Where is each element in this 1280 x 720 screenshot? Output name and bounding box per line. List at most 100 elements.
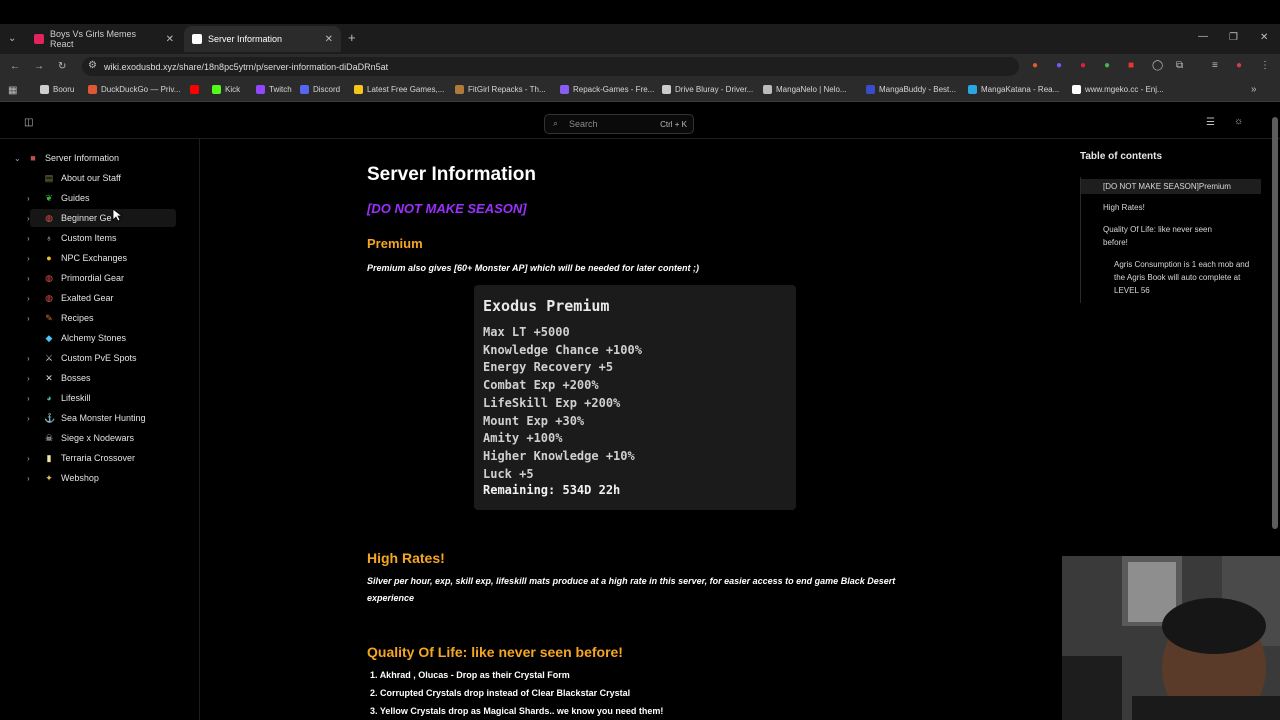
site-info-icon[interactable]: ⚙ xyxy=(88,60,97,71)
bookmark-item[interactable]: Latest Free Games,... xyxy=(354,85,444,94)
season-note: [DO NOT MAKE SEASON] xyxy=(367,201,527,216)
chevron-right-icon[interactable]: › xyxy=(27,254,30,263)
bookmark-label: Latest Free Games,... xyxy=(367,85,445,94)
sidebar-item-primordial-gear[interactable]: › ◍ Primordial Gear xyxy=(27,269,176,287)
bookmark-favicon-icon xyxy=(763,85,772,94)
bookmark-favicon-icon xyxy=(212,85,221,94)
profile-avatar-icon[interactable]: ● xyxy=(1236,60,1242,72)
bookmark-item[interactable]: FitGirl Repacks - Th... xyxy=(455,85,546,94)
bookmark-item[interactable]: Booru xyxy=(40,85,74,94)
tab-bar: ⌄ Boys Vs Girls Memes React ✕ Server Inf… xyxy=(0,24,1280,54)
toggle-sidebar-icon[interactable]: ◫ xyxy=(24,117,33,129)
bookmark-item[interactable]: MangaBuddy - Best... xyxy=(866,85,956,94)
chevron-right-icon[interactable]: › xyxy=(27,214,30,223)
apps-grid-icon[interactable]: ▦ xyxy=(8,85,17,97)
chevron-right-icon[interactable]: › xyxy=(27,474,30,483)
extension-icon[interactable]: ● xyxy=(1080,60,1086,72)
sidebar-item-bosses[interactable]: › ✕ Bosses xyxy=(27,369,176,387)
bookmark-item[interactable]: MangaNelo | Nelo... xyxy=(763,85,847,94)
webcam-person-image xyxy=(1062,556,1280,720)
minimize-icon[interactable]: — xyxy=(1198,31,1208,43)
tab-server-information[interactable]: Server Information ✕ xyxy=(184,26,341,52)
bookmark-item[interactable]: MangaKatana - Rea... xyxy=(968,85,1059,94)
new-tab-button[interactable]: + xyxy=(348,31,356,44)
toc-item-quality-of-life[interactable]: Quality Of Life: like never seen before! xyxy=(1103,223,1223,249)
bookmark-label: Booru xyxy=(53,85,75,94)
chevron-right-icon[interactable]: › xyxy=(27,374,30,383)
chevron-right-icon[interactable]: › xyxy=(27,394,30,403)
qol-item-2: 2. Corrupted Crystals drop instead of Cl… xyxy=(370,688,631,698)
reload-icon[interactable]: ↻ xyxy=(58,61,66,73)
chevron-right-icon[interactable]: › xyxy=(27,354,30,363)
sidebar-item-label: Sea Monster Hunting xyxy=(61,413,146,423)
chevron-right-icon[interactable]: › xyxy=(27,314,30,323)
sidebar-item-lifeskill[interactable]: › ◕ Lifeskill xyxy=(27,389,176,407)
forward-icon[interactable]: → xyxy=(34,61,44,73)
bookmark-item[interactable]: Discord xyxy=(300,85,340,94)
sidebar-item-beginner-ge[interactable]: › ◍ Beginner Ge xyxy=(27,209,176,227)
extension-icon[interactable]: ● xyxy=(1056,60,1062,72)
sidebar-item-exalted-gear[interactable]: › ◍ Exalted Gear xyxy=(27,289,176,307)
crossed-swords-icon: ✕ xyxy=(45,373,53,383)
extension-icon[interactable]: ● xyxy=(1104,60,1110,72)
bookmark-item[interactable]: Drive Bluray - Driver... xyxy=(662,85,753,94)
bookmark-item[interactable]: DuckDuckGo — Priv... xyxy=(88,85,180,94)
bookmark-favicon-icon xyxy=(455,85,464,94)
scroll-icon: ✎ xyxy=(45,313,53,323)
bookmark-label: Twitch xyxy=(269,85,292,94)
bookmark-item[interactable]: www.mgeko.cc - Enj... xyxy=(1072,85,1164,94)
sidebar-item-custom-pve-spots[interactable]: › ⚔ Custom PvE Spots xyxy=(27,349,176,367)
extension-icon[interactable]: ● xyxy=(1032,60,1038,72)
address-bar[interactable]: ⚙ wiki.exodusbd.xyz/share/18n8pc5ytrn/p/… xyxy=(82,57,1019,76)
chevron-right-icon[interactable]: › xyxy=(27,274,30,283)
menu-icon[interactable]: ⋮ xyxy=(1260,60,1270,72)
more-bookmarks-icon[interactable]: » xyxy=(1251,84,1257,96)
tab-youtube[interactable]: Boys Vs Girls Memes React ✕ xyxy=(26,26,182,52)
chevron-right-icon[interactable]: › xyxy=(27,454,30,463)
chevron-right-icon[interactable]: › xyxy=(27,234,30,243)
qol-item-1: 1. Akhrad , Olucas - Drop as their Cryst… xyxy=(370,670,570,680)
extension-icon[interactable]: ◯ xyxy=(1152,60,1163,72)
chevron-right-icon[interactable]: › xyxy=(27,414,30,423)
sidebar-item-sea-monster-hunting[interactable]: › ⚓ Sea Monster Hunting xyxy=(27,409,176,427)
toc-item-agris[interactable]: Agris Consumption is 1 each mob and the … xyxy=(1114,258,1256,297)
window-close-icon[interactable]: ✕ xyxy=(1260,32,1268,44)
page-scrollbar[interactable] xyxy=(1272,117,1278,529)
bookmark-item[interactable]: Repack-Games - Fre... xyxy=(560,85,654,94)
toc-item-premium[interactable]: [DO NOT MAKE SEASON]Premium xyxy=(1081,179,1261,194)
chevron-right-icon[interactable]: › xyxy=(27,194,30,203)
puzzle-icon[interactable]: ⧉ xyxy=(1176,60,1183,72)
sidebar-item-guides[interactable]: › ❦ Guides xyxy=(27,189,176,207)
sidebar-item-terraria-crossover[interactable]: › ▮ Terraria Crossover xyxy=(27,449,176,467)
sidebar-item-label: Recipes xyxy=(61,313,94,323)
toc-item-high-rates[interactable]: High Rates! xyxy=(1103,201,1253,214)
bookmark-favicon-icon xyxy=(1072,85,1081,94)
bookmark-item[interactable]: Twitch xyxy=(256,85,292,94)
sidebar-item-custom-items[interactable]: › ♁ Custom Items xyxy=(27,229,176,247)
back-icon[interactable]: ← xyxy=(10,61,20,73)
shield-icon: ◍ xyxy=(45,213,53,223)
chevron-down-icon[interactable]: ⌄ xyxy=(14,154,21,163)
sidebar-item-siege-x-nodewars[interactable]: ☠ Siege x Nodewars xyxy=(30,429,176,447)
extension-icon[interactable]: ■ xyxy=(1128,60,1134,72)
bookmark-item[interactable] xyxy=(190,85,203,94)
tab-list-icon[interactable]: ⌄ xyxy=(8,33,16,45)
sidebar-item-label: Terraria Crossover xyxy=(61,453,136,463)
sidebar-item-webshop[interactable]: › ✦ Webshop xyxy=(27,469,176,487)
rates-heading: High Rates! xyxy=(367,550,445,566)
chevron-right-icon[interactable]: › xyxy=(27,294,30,303)
skull-icon: ☠ xyxy=(44,433,54,443)
close-tab-icon[interactable]: ✕ xyxy=(166,34,174,45)
search-input[interactable]: ⌕ Search Ctrl + K xyxy=(544,114,694,134)
restore-icon[interactable]: ❐ xyxy=(1229,32,1238,44)
sidebar-icon[interactable]: ≡ xyxy=(1212,60,1218,72)
theme-toggle-icon[interactable]: ☼ xyxy=(1234,116,1243,128)
toc-list-icon[interactable]: ☰ xyxy=(1206,117,1215,129)
close-tab-icon[interactable]: ✕ xyxy=(325,34,333,45)
sidebar-item-npc-exchanges[interactable]: › ● NPC Exchanges xyxy=(27,249,176,267)
sidebar-item-alchemy-stones[interactable]: ◆ Alchemy Stones xyxy=(30,329,176,347)
bookmark-item[interactable]: Kick xyxy=(212,85,240,94)
sidebar-root-server-information[interactable]: ⌄ ■ Server Information xyxy=(14,149,176,167)
sidebar-item-recipes[interactable]: › ✎ Recipes xyxy=(27,309,176,327)
sidebar-item-about-our-staff[interactable]: ▤ About our Staff xyxy=(30,169,176,187)
